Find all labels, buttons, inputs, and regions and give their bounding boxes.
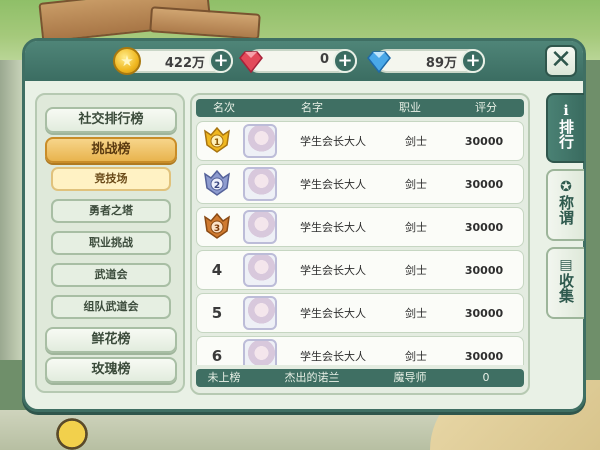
ruby-currency: 0 + [237, 47, 357, 75]
rank-cell: 1 [197, 125, 237, 158]
ruby-amount: 0 [319, 52, 329, 67]
player-job: 剑士 [405, 307, 427, 320]
table-row[interactable]: 4 学生会长大人 剑士 30000 [196, 250, 524, 290]
player-name: 学生会长大人 [300, 135, 366, 148]
self-score: 0 [482, 371, 490, 384]
svg-text:3: 3 [214, 224, 220, 234]
tab-ranking-label: 排行 [557, 119, 575, 149]
tab-titles-label: 称谓 [557, 195, 575, 225]
diamond-currency: 89万 + [365, 47, 485, 75]
avatar [243, 124, 277, 158]
rank-number: 5 [211, 304, 223, 322]
tab-ranking[interactable]: ℹ 排行 [546, 93, 584, 163]
player-name: 学生会长大人 [300, 221, 366, 234]
avatar [243, 210, 277, 244]
ranking-panel: 422万 + 0 + 89万 + ✕ 社交排行榜 挑战榜 竞技场 勇 [22, 38, 586, 412]
self-rank: 未上榜 [207, 371, 241, 384]
player-name: 学生会长大人 [300, 307, 366, 320]
character-sprite [50, 410, 94, 450]
close-icon: ✕ [550, 45, 572, 75]
header-score: 评分 [475, 101, 497, 114]
player-score: 30000 [464, 349, 504, 363]
header-job: 职业 [399, 101, 421, 114]
self-name: 杰出的诺兰 [284, 371, 340, 384]
player-name: 学生会长大人 [300, 264, 366, 277]
header-name: 名字 [301, 101, 323, 114]
self-job: 魔导师 [393, 371, 427, 384]
avatar [243, 167, 277, 201]
table-rows[interactable]: 1 学生会长大人 剑士 30000 2 学生会长大人 剑士 30000 3 学生… [196, 121, 524, 365]
submenu-hero-tower[interactable]: 勇者之塔 [51, 199, 171, 223]
book-icon: ▤ [559, 257, 573, 273]
player-name: 学生会长大人 [300, 350, 366, 363]
ranking-table: 名次 名字 职业 评分 1 学生会长大人 剑士 30000 2 学生会长大人 剑… [190, 93, 530, 395]
player-job: 剑士 [405, 264, 427, 277]
player-score: 30000 [464, 177, 504, 191]
info-icon: ℹ [563, 103, 569, 119]
diamond-gem-icon [367, 51, 391, 74]
submenu-arena[interactable]: 竞技场 [51, 167, 171, 191]
menu-challenge-ranking[interactable]: 挑战榜 [45, 137, 177, 163]
tab-collection-label: 收集 [557, 273, 575, 303]
player-job: 剑士 [405, 350, 427, 363]
player-score: 30000 [464, 263, 504, 277]
ranking-category-menu: 社交排行榜 挑战榜 竞技场 勇者之塔 职业挑战 武道会 组队武道会 鲜花榜 玫瑰… [35, 93, 185, 393]
rank-number: 4 [211, 261, 223, 279]
silver-medal-icon: 2 [204, 169, 230, 196]
svg-text:2: 2 [214, 181, 220, 191]
table-header: 名次 名字 职业 评分 [196, 99, 524, 117]
player-score: 30000 [464, 134, 504, 148]
header-rank: 名次 [213, 101, 235, 114]
currency-bar: 422万 + 0 + 89万 + ✕ [25, 41, 583, 81]
menu-social-ranking[interactable]: 社交排行榜 [45, 107, 177, 133]
avatar [243, 296, 277, 330]
gold-medal-icon: 1 [204, 126, 230, 153]
close-button[interactable]: ✕ [545, 45, 577, 77]
submenu-martial-tournament[interactable]: 武道会 [51, 263, 171, 287]
rank-number: 6 [211, 347, 223, 365]
self-rank-row: 未上榜 杰出的诺兰 魔导师 0 [196, 369, 524, 387]
avatar [243, 339, 277, 365]
table-row[interactable]: 5 学生会长大人 剑士 30000 [196, 293, 524, 333]
player-job: 剑士 [405, 178, 427, 191]
menu-rose-ranking[interactable]: 玫瑰榜 [45, 357, 177, 383]
stone-wall [0, 60, 22, 360]
gold-currency: 422万 + [113, 47, 233, 75]
bronze-medal-icon: 3 [204, 212, 230, 239]
svg-text:1: 1 [214, 138, 220, 148]
add-gold-button[interactable]: + [209, 49, 233, 73]
submenu-team-tournament[interactable]: 组队武道会 [51, 295, 171, 319]
menu-flower-ranking[interactable]: 鲜花榜 [45, 327, 177, 353]
player-name: 学生会长大人 [300, 178, 366, 191]
tab-collection[interactable]: ▤ 收集 [546, 247, 584, 319]
player-score: 30000 [464, 306, 504, 320]
ruby-gem-icon [239, 51, 263, 74]
diamond-amount: 89万 [425, 56, 457, 71]
player-score: 30000 [464, 220, 504, 234]
rank-cell: 3 [197, 211, 237, 244]
table-row[interactable]: 6 学生会长大人 剑士 30000 [196, 336, 524, 365]
table-row[interactable]: 1 学生会长大人 剑士 30000 [196, 121, 524, 161]
tab-titles[interactable]: ✪ 称谓 [546, 169, 584, 241]
add-ruby-button[interactable]: + [333, 49, 357, 73]
gold-amount: 422万 [164, 56, 205, 71]
add-diamond-button[interactable]: + [461, 49, 485, 73]
rank-cell: 2 [197, 168, 237, 201]
table-row[interactable]: 2 学生会长大人 剑士 30000 [196, 164, 524, 204]
table-row[interactable]: 3 学生会长大人 剑士 30000 [196, 207, 524, 247]
submenu-class-challenge[interactable]: 职业挑战 [51, 231, 171, 255]
gold-coin-icon [113, 47, 141, 75]
avatar [243, 253, 277, 287]
player-job: 剑士 [405, 221, 427, 234]
player-job: 剑士 [405, 135, 427, 148]
star-badge-icon: ✪ [560, 179, 572, 195]
